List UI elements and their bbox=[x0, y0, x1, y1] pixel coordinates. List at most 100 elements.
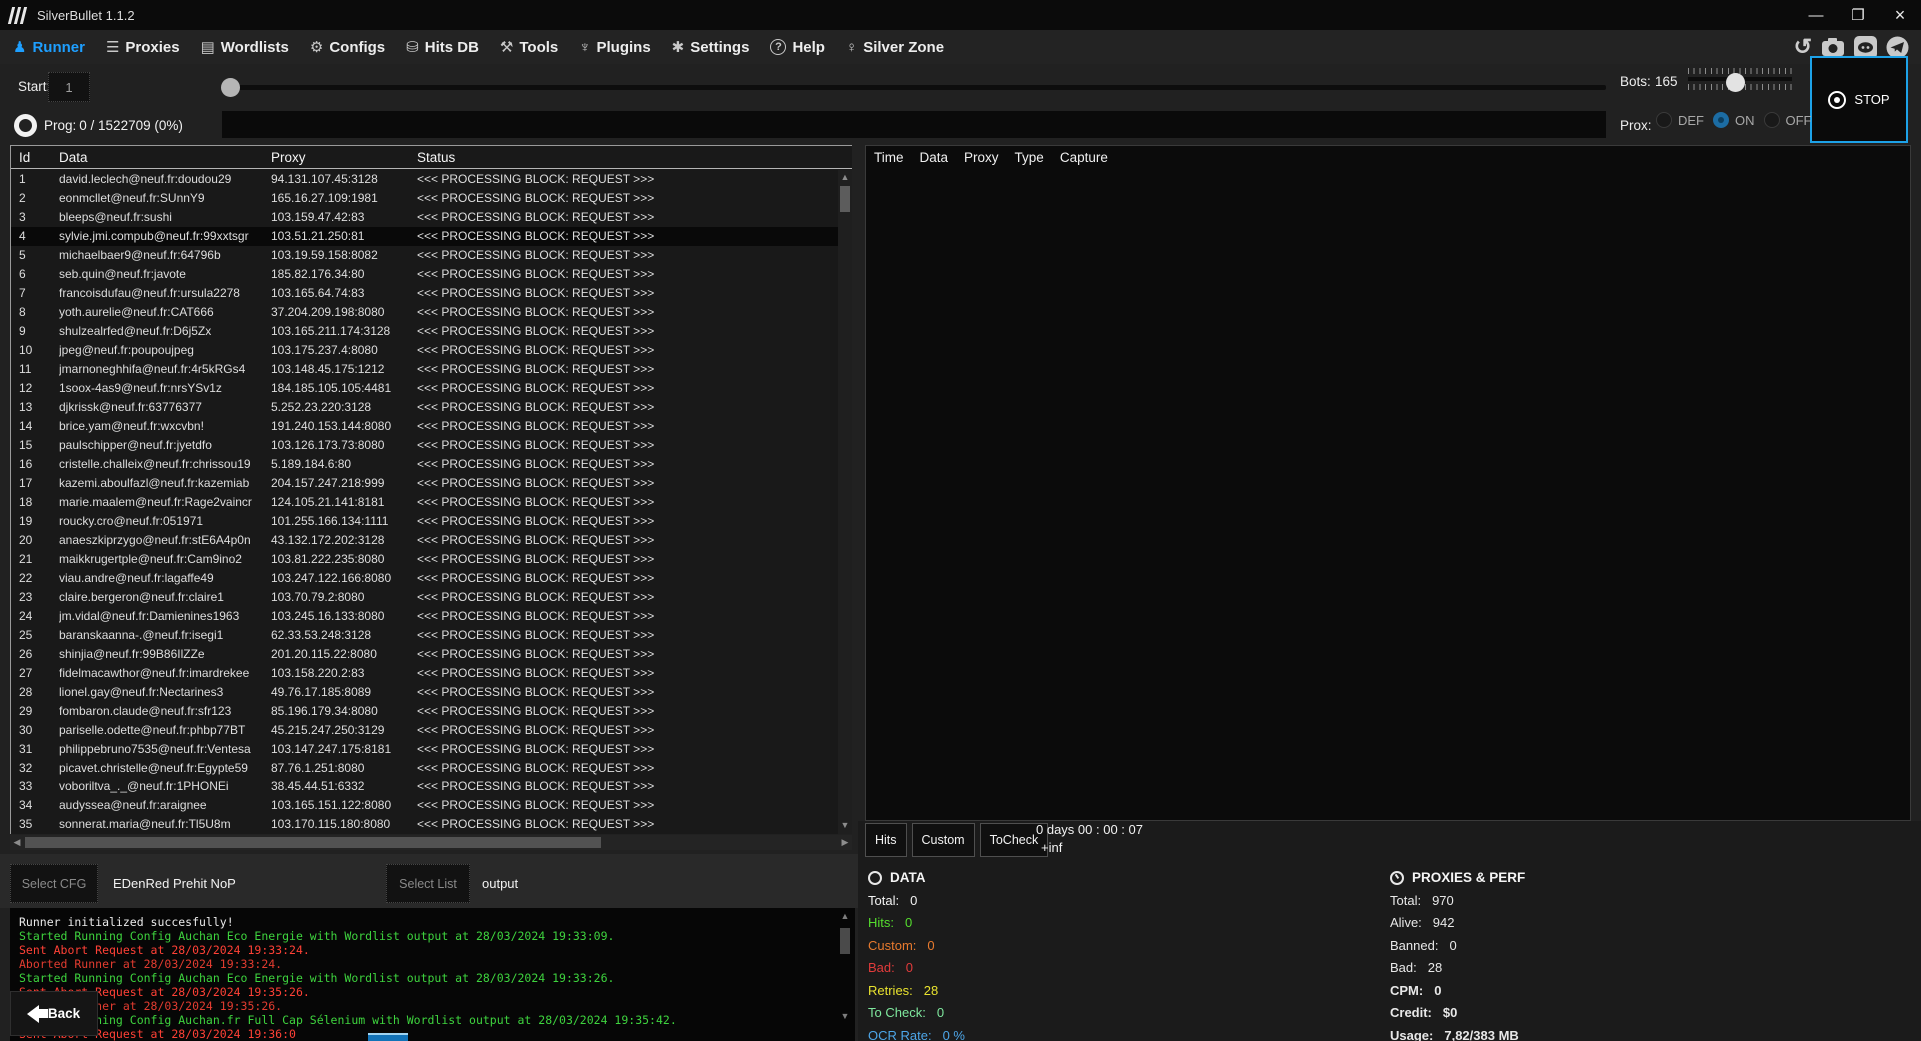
row-data: eonmcllet@neuf.fr:SUnnY9 bbox=[59, 191, 271, 205]
prox-option-on[interactable]: ON bbox=[1713, 112, 1755, 128]
results-table: IdDataProxyStatus 1david.leclech@neuf.fr… bbox=[10, 145, 852, 834]
prox-option-off[interactable]: OFF bbox=[1764, 112, 1812, 128]
bots-slider-thumb[interactable] bbox=[1726, 73, 1745, 92]
back-button[interactable]: Back bbox=[10, 991, 98, 1036]
table-row[interactable]: 28lionel.gay@neuf.fr:Nectarines349.76.17… bbox=[11, 682, 838, 701]
menu-item-configs[interactable]: ⚙Configs bbox=[310, 38, 385, 56]
scrollbar-thumb[interactable] bbox=[840, 186, 850, 212]
menu-item-help[interactable]: ?Help bbox=[770, 39, 825, 56]
row-id: 22 bbox=[19, 571, 59, 585]
table-row[interactable]: 21maikkrugertple@neuf.fr:Cam9ino2103.81.… bbox=[11, 549, 838, 568]
bots-slider[interactable] bbox=[1688, 68, 1792, 98]
table-row[interactable]: 5michaelbaer9@neuf.fr:64796b103.19.59.15… bbox=[11, 246, 838, 265]
table-row[interactable]: 6seb.quin@neuf.fr:javote185.82.176.34:80… bbox=[11, 265, 838, 284]
menu-item-settings[interactable]: ✱Settings bbox=[672, 38, 750, 56]
results-vertical-scrollbar[interactable]: ▲ ▼ bbox=[838, 170, 852, 834]
menu-bar: ♟Runner ☰Proxies ▤Wordlists ⚙Configs ⛁Hits D… bbox=[0, 30, 1921, 64]
table-row[interactable]: 15paulschipper@neuf.fr:jyetdfo103.126.17… bbox=[11, 436, 838, 455]
table-row[interactable]: 3bleeps@neuf.fr:sushi103.159.47.42:83<<<… bbox=[11, 208, 838, 227]
table-row[interactable]: 18marie.maalem@neuf.fr:Rage2vaincr124.10… bbox=[11, 492, 838, 511]
prox-label: Prox: bbox=[1620, 118, 1652, 133]
row-proxy: 37.204.209.198:8080 bbox=[271, 305, 417, 319]
camera-icon[interactable] bbox=[1821, 37, 1845, 57]
radio-off[interactable] bbox=[1764, 112, 1780, 128]
table-row[interactable]: 34audyssea@neuf.fr:araignee103.165.151.1… bbox=[11, 796, 838, 815]
row-status: <<< PROCESSING BLOCK: REQUEST >>> bbox=[417, 495, 838, 509]
scrollbar-thumb[interactable] bbox=[25, 837, 601, 848]
select-cfg-button[interactable]: Select CFG bbox=[10, 864, 98, 903]
table-row[interactable]: 26shinjia@neuf.fr:99B86IlZZe201.20.115.2… bbox=[11, 644, 838, 663]
table-row[interactable]: 7francoisdufau@neuf.fr:ursula2278103.165… bbox=[11, 284, 838, 303]
row-data: seb.quin@neuf.fr:javote bbox=[59, 267, 271, 281]
scroll-down-icon[interactable]: ▼ bbox=[838, 818, 852, 832]
stat-label: Credit: bbox=[1390, 1005, 1432, 1020]
stop-button[interactable]: STOP bbox=[1810, 56, 1908, 143]
prox-option-def[interactable]: DEF bbox=[1656, 112, 1704, 128]
table-row[interactable]: 8yoth.aurelie@neuf.fr:CAT66637.204.209.1… bbox=[11, 303, 838, 322]
row-proxy: 185.82.176.34:80 bbox=[271, 267, 417, 281]
scroll-up-icon[interactable]: ▲ bbox=[838, 910, 852, 922]
table-row[interactable]: 19roucky.cro@neuf.fr:051971101.255.166.1… bbox=[11, 511, 838, 530]
log-scrollbar[interactable]: ▲ ▼ bbox=[838, 910, 852, 1038]
row-proxy: 103.165.211.174:3128 bbox=[271, 324, 417, 338]
tab-custom[interactable]: Custom bbox=[912, 823, 975, 857]
table-row[interactable]: 121soox-4as9@neuf.fr:nrsYSv1z184.185.105… bbox=[11, 379, 838, 398]
maximize-icon[interactable]: ❐ bbox=[1837, 0, 1879, 30]
table-row[interactable]: 13djkrissk@neuf.fr:637763775.252.23.220:… bbox=[11, 398, 838, 417]
table-row[interactable]: 10jpeg@neuf.fr:poupoujpeg103.175.237.4:8… bbox=[11, 341, 838, 360]
table-row[interactable]: 24jm.vidal@neuf.fr:Damienines1963103.245… bbox=[11, 606, 838, 625]
prox-options: DEF ON OFF bbox=[1656, 112, 1812, 128]
menu-item-hits-db[interactable]: ⛁Hits DB bbox=[406, 38, 479, 56]
table-row[interactable]: 22viau.andre@neuf.fr:lagaffe49103.247.12… bbox=[11, 568, 838, 587]
select-list-button[interactable]: Select List bbox=[386, 864, 470, 903]
table-row[interactable]: 33voboriltva_._@neuf.fr:1PHONEi38.45.44.… bbox=[11, 777, 838, 796]
radio-on[interactable] bbox=[1713, 112, 1729, 128]
table-row[interactable]: 25baranskaanna-.@neuf.fr:isegi162.33.53.… bbox=[11, 625, 838, 644]
menu-item-plugins[interactable]: ♆Plugins bbox=[579, 39, 650, 56]
tab-hits[interactable]: Hits bbox=[865, 823, 907, 857]
row-status: <<< PROCESSING BLOCK: REQUEST >>> bbox=[417, 590, 838, 604]
table-row[interactable]: 9shulzealrfed@neuf.fr:D6j5Zx103.165.211.… bbox=[11, 322, 838, 341]
scrollbar-thumb[interactable] bbox=[840, 928, 850, 954]
scroll-down-icon[interactable]: ▼ bbox=[838, 1010, 852, 1022]
table-row[interactable]: 35sonnerat.maria@neuf.fr:Tl5U8m103.170.1… bbox=[11, 815, 838, 834]
menu-item-tools[interactable]: ⚒Tools bbox=[500, 38, 558, 56]
scroll-left-icon[interactable]: ◀ bbox=[10, 835, 24, 850]
table-row[interactable]: 32picavet.christelle@neuf.fr:Egypte5987.… bbox=[11, 758, 838, 777]
table-row[interactable]: 11jmarnoneghhifa@neuf.fr:4r5kRGs4103.148… bbox=[11, 360, 838, 379]
start-input[interactable]: 1 bbox=[48, 72, 90, 102]
minimize-icon[interactable]: — bbox=[1795, 0, 1837, 30]
history-icon[interactable]: ↺ bbox=[1794, 36, 1812, 58]
table-row[interactable]: 23claire.bergeron@neuf.fr:claire1103.70.… bbox=[11, 587, 838, 606]
table-row[interactable]: 17kazemi.aboulfazl@neuf.fr:kazemiab204.1… bbox=[11, 474, 838, 493]
scroll-up-icon[interactable]: ▲ bbox=[838, 170, 852, 184]
table-row[interactable]: 29fombaron.claude@neuf.fr:sfr12385.196.1… bbox=[11, 701, 838, 720]
row-id: 21 bbox=[19, 552, 59, 566]
results-horizontal-scrollbar[interactable]: ◀ ▶ bbox=[10, 835, 852, 850]
menu-item-silver-zone[interactable]: ♀Silver Zone bbox=[846, 39, 944, 56]
row-data: francoisdufau@neuf.fr:ursula2278 bbox=[59, 286, 271, 300]
log-area[interactable]: Runner initialized succesfully!Started R… bbox=[10, 908, 855, 1041]
start-slider-thumb[interactable] bbox=[221, 78, 240, 97]
close-icon[interactable]: × bbox=[1879, 0, 1921, 30]
help-icon: ? bbox=[770, 39, 786, 55]
row-proxy: 103.148.45.175:1212 bbox=[271, 362, 417, 376]
table-row[interactable]: 20anaeszkiprzygo@neuf.fr:stE6A4p0n43.132… bbox=[11, 530, 838, 549]
progress-bar bbox=[222, 111, 1606, 138]
table-row[interactable]: 1david.leclech@neuf.fr:doudou2994.131.10… bbox=[11, 170, 838, 189]
menu-item-runner[interactable]: ♟Runner bbox=[13, 38, 85, 56]
row-id: 16 bbox=[19, 457, 59, 471]
table-row[interactable]: 14brice.yam@neuf.fr:wxcvbn!191.240.153.1… bbox=[11, 417, 838, 436]
table-row[interactable]: 30pariselle.odette@neuf.fr:phbp77BT45.21… bbox=[11, 720, 838, 739]
scroll-right-icon[interactable]: ▶ bbox=[838, 835, 852, 850]
row-proxy: 165.16.27.109:1981 bbox=[271, 191, 417, 205]
radio-def[interactable] bbox=[1656, 112, 1672, 128]
table-row[interactable]: 16cristelle.challeix@neuf.fr:chrissou195… bbox=[11, 455, 838, 474]
start-slider[interactable] bbox=[222, 85, 1606, 90]
menu-item-proxies[interactable]: ☰Proxies bbox=[106, 38, 180, 56]
table-row[interactable]: 2eonmcllet@neuf.fr:SUnnY9165.16.27.109:1… bbox=[11, 189, 838, 208]
table-row[interactable]: 31philippebruno7535@neuf.fr:Ventesa103.1… bbox=[11, 739, 838, 758]
menu-item-wordlists[interactable]: ▤Wordlists bbox=[201, 38, 289, 56]
table-row[interactable]: 4sylvie.jmi.compub@neuf.fr:99xxtsgr103.5… bbox=[11, 227, 838, 246]
table-row[interactable]: 27fidelmacawthor@neuf.fr:imardrekee103.1… bbox=[11, 663, 838, 682]
